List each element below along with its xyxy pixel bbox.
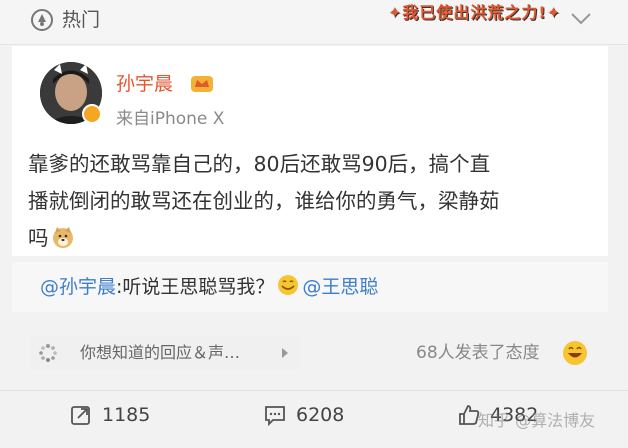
author-name[interactable]: 孙宇晨 [116,72,173,96]
repost-icon [71,406,90,425]
post-text-line: 播就倒闭的敢骂还在创业的，谁给你的勇气，梁静茹 [28,189,500,213]
chevron-down-icon[interactable] [570,10,592,26]
smile-emoji-icon [278,275,299,295]
thumbs-up-icon [459,405,480,425]
post-card: 孙宇晨 来自iPhone X 靠爹的还敢骂靠自己的，80后还敢骂90后，搞个直 … [12,46,608,256]
mention-link[interactable]: @孙宇晨 [40,276,116,298]
repost-text: @孙宇晨:听说王思聪骂我？ @王思聪 [40,274,378,300]
post-text-line-end: 吗 [28,226,49,250]
want-to-know-label: 你想知道的回应＆声… [80,343,241,362]
post-text-line: 靠爹的还敢骂靠自己的，80后还敢骂90后，搞个直 [28,152,491,176]
vip-crown-icon[interactable] [190,72,214,94]
hot-bar: 热门 ✦我已使出洪荒之力!✦ [0,0,628,45]
hot-location-icon [31,9,53,31]
laugh-emoji-icon[interactable] [562,340,588,366]
slogan-banner: ✦我已使出洪荒之力!✦ [388,3,562,22]
post-source: 来自iPhone X [116,109,225,129]
repost-strip: @孙宇晨:听说王思聪骂我？ @王思聪 [12,262,608,312]
hot-title[interactable]: 热门 [62,8,100,32]
watermark: 知乎 @算法博友 [478,411,596,430]
repost-message: :听说王思聪骂我？ [116,276,275,298]
comment-icon [265,406,285,426]
repost-count: 1185 [102,404,151,426]
want-to-know-button[interactable]: 你想知道的回应＆声… [30,336,300,370]
play-arrow-icon [282,348,288,358]
divider [0,390,628,391]
attitude-count[interactable]: 68人发表了态度 [416,342,540,364]
comment-count: 6208 [296,404,345,426]
repost-button[interactable]: 1185 [70,402,160,428]
post-text-line-last: 吗 [28,220,600,257]
doge-emoji-icon [52,227,73,248]
mention-link[interactable]: @王思聪 [302,276,378,298]
comment-button[interactable]: 6208 [264,402,364,428]
loading-dots-icon [39,344,57,362]
post-text: 靠爹的还敢骂靠自己的，80后还敢骂90后，搞个直 播就倒闭的敢骂还在创业的，谁给… [28,146,600,257]
verified-badge-icon [82,104,102,124]
